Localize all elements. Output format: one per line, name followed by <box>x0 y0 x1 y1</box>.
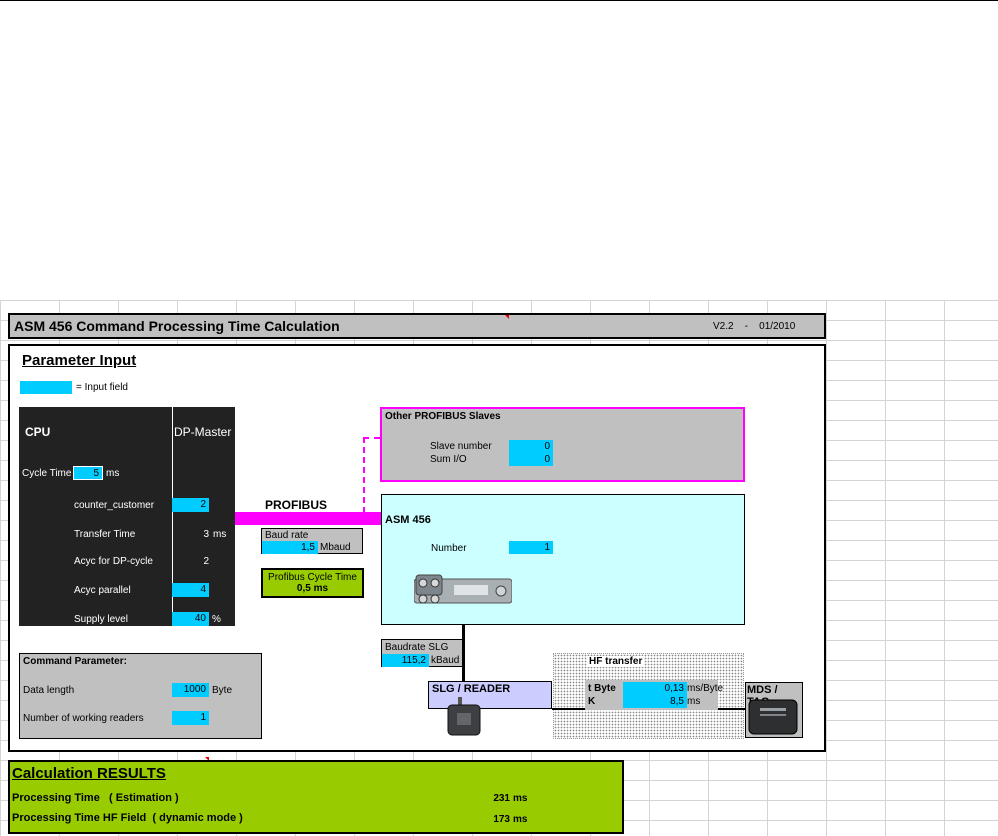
acyc-dp-cycle-value: 2 <box>203 556 209 567</box>
tag-device-image <box>748 699 798 735</box>
slg-hf-connector <box>552 708 585 710</box>
command-parameter-title: Command Parameter: <box>23 656 127 667</box>
asm-box: ASM 456 Number 1 <box>381 494 745 625</box>
comment-marker <box>505 315 509 319</box>
version-label: V2.2 - 01/2010 <box>713 321 796 332</box>
input-legend-label: = Input field <box>76 382 128 393</box>
slg-reader-title: SLG / READER <box>432 683 511 695</box>
asm-module-image <box>413 573 513 607</box>
data-length-unit: Byte <box>212 685 233 696</box>
dp-master-title: DP-Master <box>174 425 232 439</box>
top-rule <box>0 0 998 1</box>
hf-processing-time-unit: ms <box>513 814 528 825</box>
sum-io-label: Sum I/O <box>430 454 467 465</box>
asm-number-input[interactable]: 1 <box>509 541 553 554</box>
working-readers-input[interactable]: 1 <box>172 711 209 725</box>
supply-level-input[interactable]: 40 <box>172 612 209 626</box>
cycle-time-unit: ms <box>106 468 120 479</box>
baud-rate-label: Baud rate <box>265 530 309 541</box>
cycle-time-label: Cycle Time <box>22 468 72 479</box>
cpu-title: CPU <box>25 425 51 439</box>
slave-number-input[interactable]: 0 <box>509 440 553 453</box>
baudrate-slg-box: Baudrate SLG 115,2 kBaud <box>381 639 463 667</box>
hf-transfer-table: t Byte 0,13 ms/Byte K 8,5 ms <box>585 680 723 710</box>
acyc-parallel-input[interactable]: 4 <box>172 583 209 597</box>
asm-number-label: Number <box>431 543 467 554</box>
profibus-line <box>235 512 381 525</box>
mds-tag-box: MDS / TAG <box>745 682 803 738</box>
profibus-label: PROFIBUS <box>265 498 328 512</box>
supply-level-unit: % <box>212 614 221 625</box>
hf-byte-unit: ms/Byte <box>687 683 724 694</box>
cycle-time-input[interactable]: 5 <box>73 466 103 480</box>
hf-k-label: K <box>588 696 596 707</box>
profibus-cycle-time-box: Profibus Cycle Time 0,5 ms <box>261 568 364 598</box>
hf-processing-time-value: 173 <box>493 814 510 825</box>
hf-byte-value: 0,13 <box>623 682 687 695</box>
asm-title: ASM 456 <box>385 514 431 526</box>
results-title: Calculation RESULTS <box>12 765 166 782</box>
transfer-time-value: 3 <box>203 529 209 540</box>
slave-number-label: Slave number <box>430 441 492 452</box>
processing-time-value: 231 <box>493 793 510 804</box>
other-slaves-box: Other PROFIBUS Slaves Slave number 0 Sum… <box>380 407 745 482</box>
command-parameter-box: Command Parameter: Data length 1000 Byte… <box>19 653 262 739</box>
hf-processing-time-label: Processing Time HF Field ( dynamic mode … <box>12 812 243 824</box>
acyc-dp-cycle-label: Acyc for DP-cycle <box>74 556 153 567</box>
title-bar: ASM 456 Command Processing Time Calculat… <box>8 313 826 339</box>
page-title: ASM 456 Command Processing Time Calculat… <box>14 318 340 334</box>
hf-transfer-title: HF transfer <box>587 656 645 667</box>
parameter-input-title: Parameter Input <box>22 352 137 369</box>
baud-rate-value: 1,5 <box>262 541 318 554</box>
baudrate-slg-unit: kBaud <box>431 655 460 666</box>
profibus-cycle-time-value: 0,5 ms <box>296 583 329 594</box>
hf-k-unit: ms <box>687 696 701 707</box>
sum-io-input[interactable]: 0 <box>509 453 553 466</box>
baud-rate-unit: Mbaud <box>320 542 351 553</box>
supply-level-label: Supply level <box>74 614 128 625</box>
counter-customer-label: counter_customer <box>74 500 155 511</box>
profibus-cycle-time-label: Profibus Cycle Time <box>268 572 357 583</box>
data-length-label: Data length <box>23 685 75 696</box>
acyc-parallel-label: Acyc parallel <box>74 585 131 596</box>
counter-customer-input[interactable]: 2 <box>172 498 209 512</box>
reader-device-image <box>444 697 484 737</box>
slave-connector-dashed <box>363 437 380 513</box>
processing-time-unit: ms <box>513 793 528 804</box>
hf-k-value: 8,5 <box>623 695 687 708</box>
processing-time-label: Processing Time ( Estimation ) <box>12 792 179 804</box>
other-slaves-title: Other PROFIBUS Slaves <box>385 411 501 422</box>
working-readers-label: Number of working readers <box>23 713 144 724</box>
baudrate-slg-value: 115,2 <box>382 654 429 667</box>
hf-byte-label: t Byte <box>588 683 616 694</box>
transfer-time-label: Transfer Time <box>74 529 136 540</box>
baud-rate-box: Baud rate 1,5 Mbaud <box>261 528 363 554</box>
baudrate-slg-label: Baudrate SLG <box>385 642 449 653</box>
transfer-time-unit: ms <box>213 529 227 540</box>
data-length-input[interactable]: 1000 <box>172 683 209 697</box>
input-legend-swatch <box>20 381 72 394</box>
results-box: Calculation RESULTS Processing Time ( Es… <box>8 760 624 834</box>
hf-tag-connector <box>718 708 745 710</box>
